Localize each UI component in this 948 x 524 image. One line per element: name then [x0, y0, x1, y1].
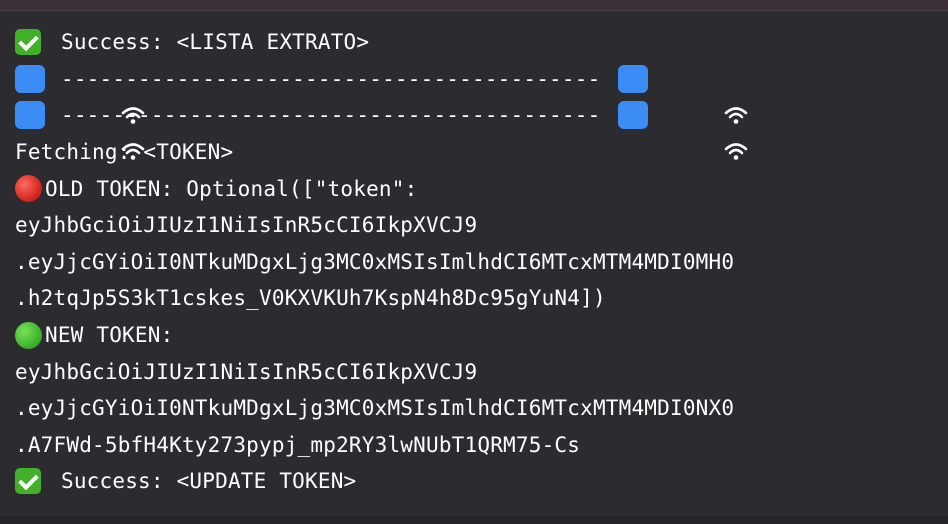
log-line-new-token-label: NEW TOKEN: — [15, 317, 948, 354]
log-line-old-token-1: eyJhbGciOiJIUzI1NiIsInR5cCI6IkpXVCJ9 — [15, 207, 948, 244]
log-text: .h2tqJp5S3kT1cskes_V0KXVKUh7KspN4h8Dc95g… — [15, 286, 606, 311]
debug-console[interactable]: Success: <LISTA EXTRATO> ---------------… — [0, 0, 948, 524]
log-text: ----------------------------------------… — [61, 66, 601, 91]
log-text: .eyJjcGYiOiI0NTkuMDgxLjg3MC0xMSIsImlhdCI… — [15, 249, 735, 274]
log-line-fetching: Fetching: <TOKEN> — [15, 134, 948, 171]
log-line-old-token-label: OLD TOKEN: Optional(["token": — [15, 170, 948, 207]
log-line-old-token-3: .h2tqJp5S3kT1cskes_V0KXVKUh7KspN4h8Dc95g… — [15, 280, 948, 317]
log-text: NEW TOKEN: — [45, 323, 174, 348]
green-circle-icon — [15, 321, 42, 349]
log-line-new-token-3: .A7FWd-5bfH4Kty273pypj_mp2RY3lwNUbT1QRM7… — [15, 427, 948, 464]
log-text: eyJhbGciOiJIUzI1NiIsInR5cCI6IkpXVCJ9 — [15, 213, 478, 238]
wifi-icon — [15, 64, 145, 124]
log-line-dashes-2: ----------------------------------------… — [15, 97, 948, 161]
log-text: Success: <UPDATE TOKEN> — [61, 469, 357, 494]
log-text: ----------------------------------------… — [61, 103, 601, 128]
log-text: OLD TOKEN: Optional(["token": — [45, 176, 418, 201]
log-line-new-token-1: eyJhbGciOiJIUzI1NiIsInR5cCI6IkpXVCJ9 — [15, 353, 948, 390]
log-line-old-token-2: .eyJjcGYiOiI0NTkuMDgxLjg3MC0xMSIsImlhdCI… — [15, 244, 948, 281]
wifi-icon — [618, 101, 748, 161]
console-output: Success: <LISTA EXTRATO> ---------------… — [15, 24, 948, 500]
log-line-success-lista: Success: <LISTA EXTRATO> — [15, 24, 948, 61]
log-text: .eyJjcGYiOiI0NTkuMDgxLjg3MC0xMSIsImlhdCI… — [15, 396, 735, 421]
log-text: .A7FWd-5bfH4Kty273pypj_mp2RY3lwNUbT1QRM7… — [15, 432, 581, 457]
log-text: eyJhbGciOiJIUzI1NiIsInR5cCI6IkpXVCJ9 — [15, 359, 478, 384]
log-line-new-token-2: .eyJjcGYiOiI0NTkuMDgxLjg3MC0xMSIsImlhdCI… — [15, 390, 948, 427]
wifi-icon — [618, 64, 748, 124]
log-line-dashes-1: ----------------------------------------… — [15, 61, 948, 124]
window-top-edge — [0, 0, 948, 11]
check-mark-icon — [15, 468, 41, 495]
log-line-success-update: Success: <UPDATE TOKEN> — [15, 463, 948, 500]
red-circle-icon — [15, 175, 42, 203]
log-text: Success: <LISTA EXTRATO> — [61, 30, 370, 55]
check-mark-icon — [15, 29, 41, 56]
wifi-icon — [15, 101, 145, 161]
window-bottom-edge — [0, 516, 948, 524]
log-text: Fetching: <TOKEN> — [15, 140, 234, 165]
